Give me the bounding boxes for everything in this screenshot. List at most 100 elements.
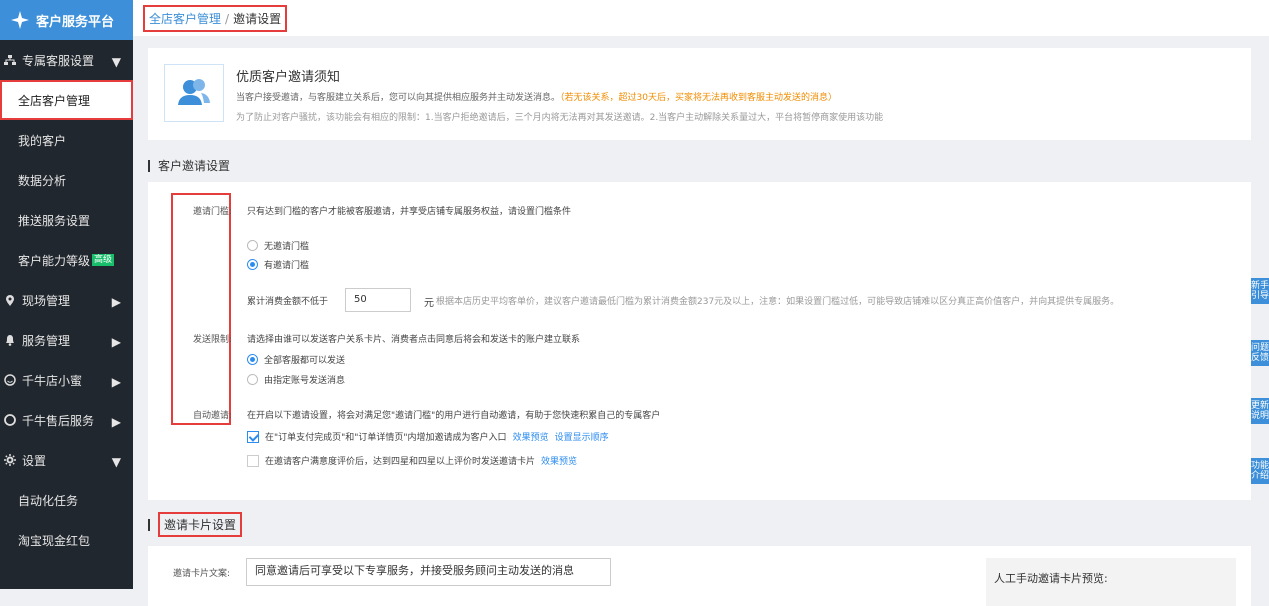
shield-icon xyxy=(4,414,16,426)
breadcrumb: 全店客户管理 / 邀请设置 xyxy=(133,0,1269,36)
nav-group-label: 服务管理 xyxy=(22,333,71,348)
labels-highlight-box xyxy=(171,193,231,425)
sidebar-item-all-customers[interactable]: 全店客户管理 xyxy=(0,80,133,120)
sidebar-item-capability-level[interactable]: 客户能力等级 高级 xyxy=(0,240,133,280)
platform-logo[interactable]: 客户服务平台 xyxy=(0,0,133,40)
sidebar-item-label: 自动化任务 xyxy=(18,493,79,508)
sidebar-item-automation[interactable]: 自动化任务 xyxy=(0,480,133,520)
sidebar: 客户服务平台 专属客服设置 ▼ 全店客户管理 我的客户 数据分析 推送服务设置 … xyxy=(0,0,133,589)
bell-icon xyxy=(6,335,14,346)
caret-right-icon: ▶ xyxy=(111,415,121,429)
send-limit-label: 发送限制: xyxy=(192,335,232,345)
breadcrumb-parent-link[interactable]: 全店客户管理 xyxy=(149,12,221,26)
radio-circle xyxy=(247,240,258,251)
sidebar-item-label: 推送服务设置 xyxy=(18,213,91,228)
notice-warning: （若无该关系，超过30天后，买家将无法再收到客服主动发送的消息） xyxy=(560,93,837,103)
caret-down-icon: ▼ xyxy=(111,55,121,69)
preview-link[interactable]: 效果预览 xyxy=(541,454,577,467)
card-copy-input[interactable]: 同意邀请后可享受以下专享服务，并接受服务顾问主动发送的消息 xyxy=(246,558,611,586)
sidebar-item-label: 全店客户管理 xyxy=(18,93,91,108)
notice-line2: 为了防止对客户骚扰，该功能会有相应的限制：1.当客户拒绝邀请后，三个月内将无法再… xyxy=(236,113,884,123)
checkbox-order-page-entry[interactable]: 在"订单支付完成页"和"订单详情页"内增加邀请成为客户入口 效果预览 设置显示顺序 xyxy=(247,430,609,443)
float-tab-features[interactable]: 功能介绍 xyxy=(1251,458,1269,484)
platform-name: 客户服务平台 xyxy=(36,14,115,30)
notice-line1-text: 当客户接受邀请，与客服建立关系后，您可以向其提供相应服务并主动发送消息。 xyxy=(236,93,561,103)
checkbox-checked xyxy=(247,430,259,443)
radio-circle-selected xyxy=(247,354,258,365)
radio-label: 由指定账号发送消息 xyxy=(264,376,346,386)
sidebar-item-data-analysis[interactable]: 数据分析 xyxy=(0,160,133,200)
caret-right-icon: ▶ xyxy=(111,295,121,309)
amount-label: 累计消费金额不低于 xyxy=(247,297,329,307)
checkbox-label: 在"订单支付完成页"和"订单详情页"内增加邀请成为客户入口 xyxy=(265,433,507,443)
checkbox-rating-invite[interactable]: 在邀请客户满意度评价后，达到四星和四星以上评价时发送邀请卡片 效果预览 xyxy=(247,454,577,467)
nav-group-qianniu-assistant[interactable]: 千牛店小蜜 ▶ xyxy=(0,360,133,400)
location-icon xyxy=(6,295,14,306)
checkbox-unchecked xyxy=(247,454,259,467)
float-tab-feedback[interactable]: 问题反馈 xyxy=(1251,340,1269,366)
radio-all-staff[interactable]: 全部客服都可以发送 xyxy=(247,353,345,366)
nav-group-label: 现场管理 xyxy=(22,293,71,308)
display-order-link[interactable]: 设置显示顺序 xyxy=(555,430,609,443)
amount-hint: 根据本店历史平均客单价，建议客户邀请最低门槛为累计消费金额237元及以上，注意：… xyxy=(436,297,1120,307)
radio-label: 全部客服都可以发送 xyxy=(264,356,346,366)
nav-group-onsite[interactable]: 现场管理 ▶ xyxy=(0,280,133,320)
section-title-box: 邀请卡片设置 xyxy=(158,512,243,537)
breadcrumb-current: 邀请设置 xyxy=(233,11,282,26)
gear-icon xyxy=(4,454,16,466)
invite-settings-card: 邀请门槛: 只有达到门槛的客户才能被客服邀请，并享受店铺专属服务权益，请设置门槛… xyxy=(148,182,1251,500)
main-content: 全店客户管理 / 邀请设置 优质客户邀请须知 当客户接受邀请，与客服建立关系后，您可… xyxy=(133,0,1269,606)
sidebar-item-cash-redpacket[interactable]: 淘宝现金红包 xyxy=(0,520,133,560)
float-tab-updates[interactable]: 更新说明 xyxy=(1251,398,1269,424)
amount-unit: 元 xyxy=(424,298,434,309)
float-tab-guide[interactable]: 新手引导 xyxy=(1251,278,1269,304)
section-title-card-settings: 邀请卡片设置 xyxy=(148,512,243,537)
threshold-label: 邀请门槛: xyxy=(192,207,232,217)
radio-has-threshold[interactable]: 有邀请门槛 xyxy=(247,258,309,271)
radio-circle xyxy=(247,374,258,385)
nav-group-label: 设置 xyxy=(22,453,47,468)
card-preview-box: 人工手动邀请卡片预览: xyxy=(986,558,1236,606)
section-title-invite-settings: 客户邀请设置 xyxy=(148,157,230,174)
radio-no-threshold[interactable]: 无邀请门槛 xyxy=(247,239,309,252)
users-icon xyxy=(178,79,210,105)
sidebar-item-label: 我的客户 xyxy=(18,133,67,148)
radio-label: 无邀请门槛 xyxy=(264,242,310,252)
nav-group-after-sales[interactable]: 千牛售后服务 ▶ xyxy=(0,400,133,440)
sidebar-item-label: 客户能力等级 xyxy=(18,253,91,268)
amount-input[interactable]: 50 xyxy=(345,288,411,312)
notice-icon-box xyxy=(164,64,224,122)
nav-group-settings[interactable]: 设置 ▼ xyxy=(0,440,133,480)
nav-group-dedicated-service[interactable]: 专属客服设置 ▼ xyxy=(0,40,133,80)
auto-invite-description: 在开启以下邀请设置，将会对满足您"邀请门槛"的用户进行自动邀请，有助于您快速积累… xyxy=(247,411,661,421)
section-bar xyxy=(148,518,150,531)
checkbox-label: 在邀请客户满意度评价后，达到四星和四星以上评价时发送邀请卡片 xyxy=(265,457,536,467)
radio-specified-account[interactable]: 由指定账号发送消息 xyxy=(247,373,345,386)
radio-label: 有邀请门槛 xyxy=(264,261,310,271)
smile-icon xyxy=(4,374,16,386)
sidebar-item-label: 淘宝现金红包 xyxy=(18,533,91,548)
nav-group-label: 千牛售后服务 xyxy=(22,413,95,428)
notice-line1: 当客户接受邀请，与客服建立关系后，您可以向其提供相应服务并主动发送消息。（若无该… xyxy=(236,90,837,103)
sidebar-item-my-customers[interactable]: 我的客户 xyxy=(0,120,133,160)
threshold-description: 只有达到门槛的客户才能被客服邀请，并享受店铺专属服务权益，请设置门槛条件 xyxy=(247,207,572,217)
section-bar xyxy=(148,159,150,172)
sidebar-item-push-settings[interactable]: 推送服务设置 xyxy=(0,200,133,240)
auto-invite-label: 自动邀请: xyxy=(192,411,232,421)
breadcrumb-box: 全店客户管理 / 邀请设置 xyxy=(143,4,288,32)
caret-right-icon: ▶ xyxy=(111,335,121,349)
preview-link[interactable]: 效果预览 xyxy=(513,430,549,443)
nav-group-service[interactable]: 服务管理 ▶ xyxy=(0,320,133,360)
section-title-text: 客户邀请设置 xyxy=(158,159,231,173)
radio-circle-selected xyxy=(247,259,258,270)
premium-badge: 高级 xyxy=(92,254,115,266)
breadcrumb-separator: / xyxy=(225,11,230,26)
nav-group-label: 专属客服设置 xyxy=(22,53,95,68)
sidebar-item-label: 数据分析 xyxy=(18,173,67,188)
sitemap-icon xyxy=(4,55,16,65)
notice-card: 优质客户邀请须知 当客户接受邀请，与客服建立关系后，您可以向其提供相应服务并主动… xyxy=(148,48,1251,140)
card-preview-label: 人工手动邀请卡片预览: xyxy=(994,572,1108,585)
send-limit-description: 请选择由谁可以发送客户关系卡片、消费者点击同意后将会和发送卡的账户建立联系 xyxy=(247,335,581,345)
nav-group-label: 千牛店小蜜 xyxy=(22,373,83,388)
caret-down-icon: ▼ xyxy=(111,455,121,469)
